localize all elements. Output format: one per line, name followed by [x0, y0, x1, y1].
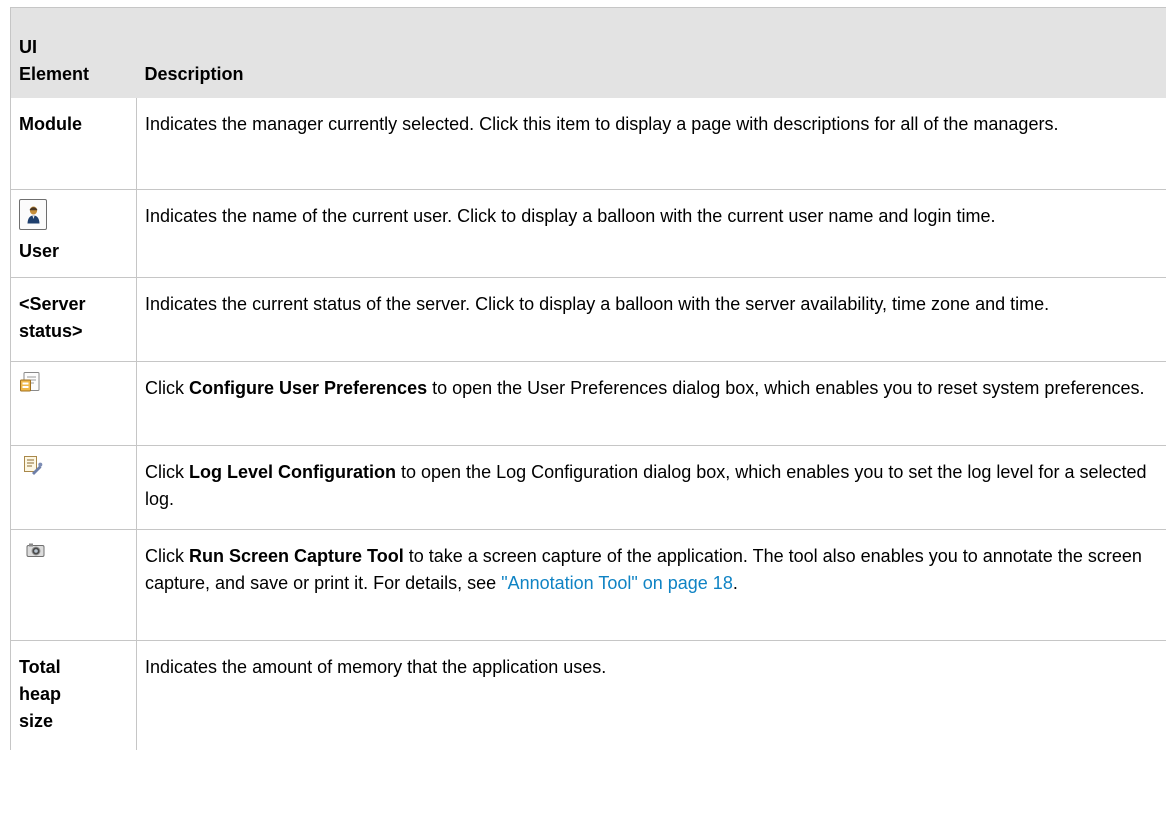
row-element-preferences	[10, 361, 137, 446]
row-element-screen-capture	[10, 529, 137, 641]
row-description-module: Indicates the manager currently selected…	[136, 98, 1166, 190]
desc-bold: Configure User Preferences	[189, 377, 428, 398]
row-element-user-label: User	[19, 240, 60, 261]
desc-bold: Log Level Configuration	[189, 461, 396, 482]
header-ui-element-line2: Element	[19, 64, 90, 84]
annotation-tool-link[interactable]: "Annotation Tool" on page 18	[501, 573, 733, 593]
row-element-heap-line1: Total	[19, 656, 61, 677]
user-icon	[19, 198, 47, 230]
row-element-log-config	[10, 445, 137, 530]
log-configuration-icon	[23, 455, 43, 483]
desc-end: .	[732, 572, 738, 593]
row-element-heap-line3: size	[19, 710, 54, 731]
table-header-row: UI Element Description	[10, 7, 1166, 98]
row-element-user: User	[10, 189, 137, 278]
row-element-total-heap-size: Total heap size	[10, 640, 137, 750]
row-element-heap-line2: heap	[19, 683, 62, 704]
header-description: Description	[136, 7, 1166, 98]
user-preferences-icon	[19, 371, 41, 401]
ui-element-table: UI Element Description Module Indicates …	[10, 7, 1166, 750]
desc-pre: Click	[145, 377, 189, 398]
table-row: Module Indicates the manager currently s…	[10, 98, 1166, 190]
table-row: Click Run Screen Capture Tool to take a …	[10, 529, 1166, 641]
table-row: Click Configure User Preferences to open…	[10, 361, 1166, 446]
row-description-screen-capture: Click Run Screen Capture Tool to take a …	[136, 529, 1166, 641]
desc-post: to open the User Preferences dialog box,…	[427, 377, 1145, 398]
row-description-total-heap-size: Indicates the amount of memory that the …	[136, 640, 1166, 750]
table-row: <Server status> Indicates the current st…	[10, 277, 1166, 362]
desc-bold: Run Screen Capture Tool	[189, 545, 404, 566]
row-element-server-status-line2: status>	[19, 320, 83, 341]
row-element-server-status-line1: <Server	[19, 293, 86, 314]
header-ui-element-line1: UI	[19, 37, 37, 57]
desc-pre: Click	[145, 545, 189, 566]
row-element-server-status: <Server status>	[10, 277, 137, 362]
row-element-module: Module	[10, 98, 137, 190]
camera-icon	[26, 539, 45, 566]
header-ui-element: UI Element	[10, 7, 137, 98]
row-description-user: Indicates the name of the current user. …	[136, 189, 1166, 278]
desc-pre: Click	[145, 461, 189, 482]
row-description-preferences: Click Configure User Preferences to open…	[136, 361, 1166, 446]
row-description-log-config: Click Log Level Configuration to open th…	[136, 445, 1166, 530]
table-row: Total heap size Indicates the amount of …	[10, 640, 1166, 750]
table-row: User Indicates the name of the current u…	[10, 189, 1166, 278]
row-description-server-status: Indicates the current status of the serv…	[136, 277, 1166, 362]
table-row: Click Log Level Configuration to open th…	[10, 445, 1166, 530]
